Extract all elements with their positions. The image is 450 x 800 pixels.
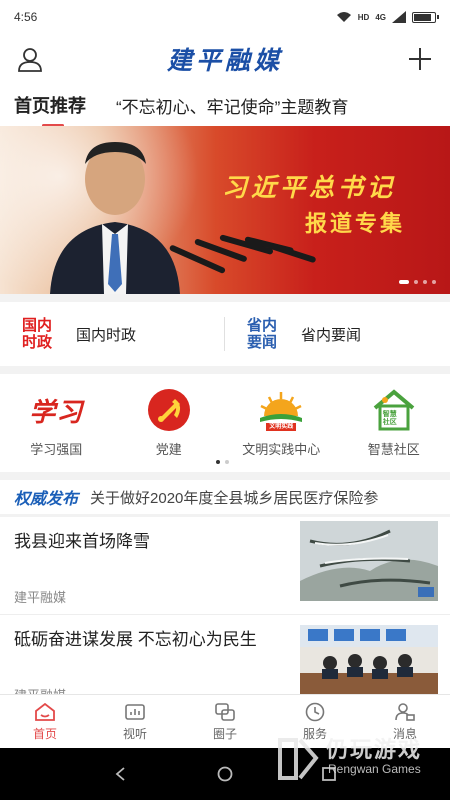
home-icon: [34, 702, 56, 722]
nav-label: 圈子: [212, 726, 237, 741]
news-thumbnail: [300, 521, 438, 601]
video-icon: [124, 702, 146, 722]
nav-label: 首页: [32, 726, 57, 741]
add-button[interactable]: [406, 45, 434, 73]
tab-theme-education[interactable]: “不忘初心、牢记使命”主题教育: [116, 93, 348, 118]
section-divider: [0, 472, 450, 480]
nav-home[interactable]: 首页: [0, 695, 90, 748]
shortcut-party[interactable]: 党建: [119, 388, 219, 472]
user-message-icon: [394, 702, 416, 722]
hd-label: HD: [357, 12, 370, 22]
watermark-logo-icon: [278, 738, 319, 780]
clock-icon: [304, 702, 326, 722]
shortcut-civilization[interactable]: 文明实践 文明实践中心: [231, 388, 331, 472]
signal-icon: [392, 11, 406, 23]
category-label: 国内时政: [76, 326, 137, 344]
plus-icon: [408, 48, 431, 70]
banner-pagination: [399, 280, 436, 284]
banner-subtitle: 报道专集: [305, 211, 406, 237]
circle-icon: [214, 702, 236, 722]
news-title: 砥砺奋进谋发展 不忘初心为民生: [14, 630, 257, 649]
watermark: 仍玩游戏 Rengwan Games: [276, 728, 446, 788]
notice-text: 关于做好2020年度全县城乡居民医疗保险参: [90, 489, 379, 507]
status-time: 4:56: [14, 10, 38, 24]
app-title: 建平融媒: [166, 46, 283, 75]
shortcut-grid: 学习 学习强国 党建 文明实践 文明实践中心 智慧 社区 智慧社区: [0, 374, 450, 472]
news-title: 我县迎来首场降雪: [14, 532, 150, 551]
banner-photo: [50, 142, 180, 294]
tab-home-recommend[interactable]: 首页推荐: [14, 92, 86, 126]
news-item[interactable]: 砥砺奋进谋发展 不忘初心为民生 建平融媒: [0, 615, 450, 703]
section-divider: [0, 366, 450, 374]
user-icon: [18, 48, 42, 72]
back-icon[interactable]: [114, 767, 128, 781]
banner-title: 习近平总书记: [222, 173, 397, 202]
profile-button[interactable]: [16, 45, 44, 73]
shortcut-xuexi[interactable]: 学习 学习强国: [6, 388, 106, 472]
news-source: 建平融媒: [14, 590, 67, 605]
section-divider: [0, 294, 450, 302]
nav-video[interactable]: 视听: [90, 695, 180, 748]
shortcut-label: 文明实践中心: [242, 442, 321, 457]
wifi-icon: [336, 12, 351, 22]
xuexi-logo-icon: 学习: [29, 397, 84, 428]
party-emblem-icon: [141, 388, 197, 432]
nav-label: 视听: [122, 726, 147, 741]
notice-tag: 权威发布: [14, 489, 79, 508]
status-bar: 4:56 HD 4G: [0, 0, 450, 34]
category-domestic-politics[interactable]: 国内 时政 国内时政: [0, 317, 225, 351]
civilization-practice-icon: 文明实践: [253, 388, 309, 432]
category-province-news[interactable]: 省内 要闻 省内要闻: [225, 317, 450, 351]
app-header: 建平融媒: [0, 34, 450, 84]
category-label: 省内要闻: [301, 326, 362, 344]
network-label: 4G: [375, 12, 386, 22]
shortcut-label: 党建: [155, 442, 182, 457]
shortcut-pagination: [216, 460, 229, 464]
news-thumbnail: [300, 625, 438, 695]
category-badge: 省内 要闻: [247, 317, 278, 351]
notice-ticker[interactable]: 权威发布 关于做好2020年度全县城乡居民医疗保险参: [0, 480, 450, 514]
smart-community-icon: 智慧 社区: [366, 388, 422, 432]
battery-icon: [412, 11, 439, 23]
news-categories: 国内 时政 国内时政 省内 要闻 省内要闻: [0, 302, 450, 366]
category-badge: 国内 时政: [22, 317, 53, 351]
nav-circle[interactable]: 圈子: [180, 695, 270, 748]
news-item[interactable]: 我县迎来首场降雪 建平融媒: [0, 517, 450, 615]
channel-tabs: 首页推荐 “不忘初心、牢记使命”主题教育: [0, 84, 450, 126]
shortcut-smart-community[interactable]: 智慧 社区 智慧社区: [344, 388, 444, 472]
shortcut-label: 智慧社区: [367, 442, 420, 457]
shortcut-label: 学习强国: [30, 442, 83, 457]
home-circle-icon[interactable]: [217, 766, 233, 782]
banner-carousel[interactable]: 习近平总书记 报道专集: [0, 126, 450, 294]
